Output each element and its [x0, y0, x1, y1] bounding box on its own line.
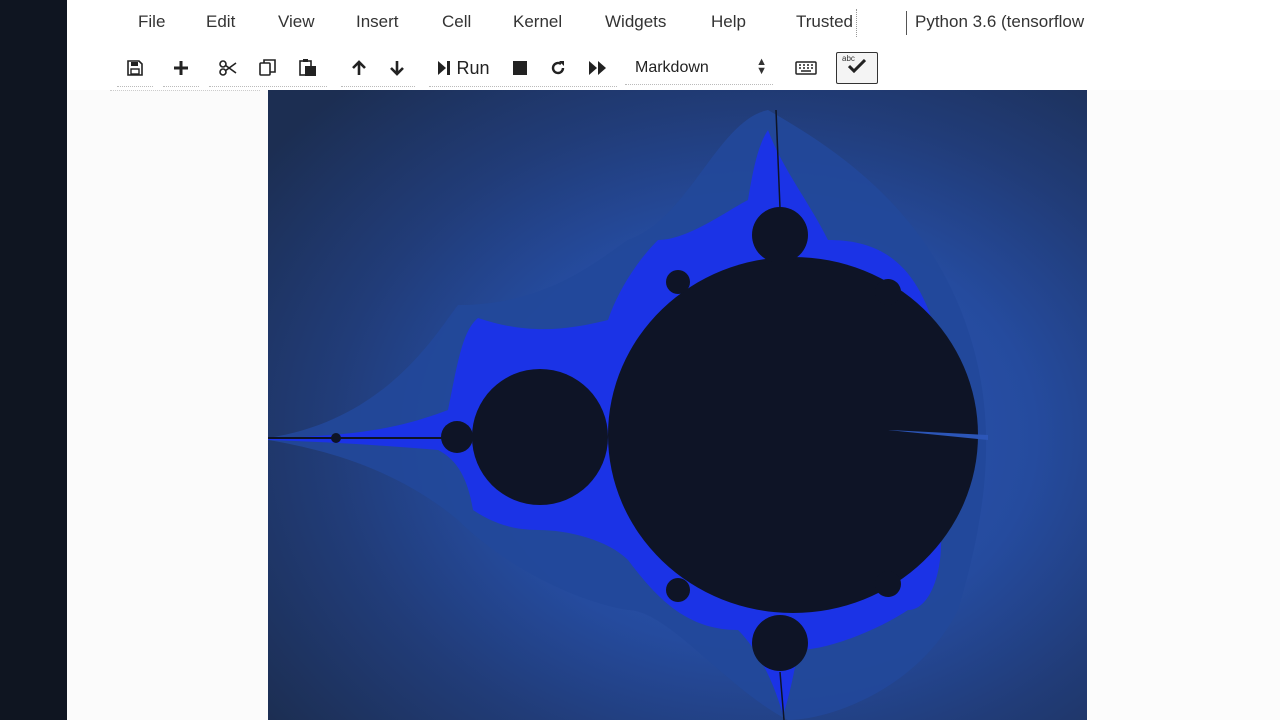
cut-icon — [219, 60, 237, 76]
copy-icon — [259, 59, 277, 77]
run-button-label: Run — [456, 57, 490, 78]
menu-cell[interactable]: Cell — [442, 12, 471, 32]
run-icon — [438, 61, 451, 75]
toolbar-group-clipboard — [209, 52, 327, 87]
menu-insert[interactable]: Insert — [356, 12, 399, 32]
cell-type-value: Markdown — [635, 59, 709, 76]
menu-kernel[interactable]: Kernel — [513, 12, 562, 32]
arrow-up-icon — [351, 60, 367, 76]
spellcheck-toggle-button[interactable]: abc — [836, 52, 878, 84]
fast-forward-icon — [589, 61, 607, 75]
keyboard-icon — [795, 61, 817, 75]
plus-icon — [173, 60, 189, 76]
menubar-divider — [856, 9, 857, 37]
menu-help[interactable]: Help — [711, 12, 746, 32]
move-up-button[interactable] — [341, 52, 377, 84]
notebook-margin — [67, 90, 268, 720]
desktop-left-edge — [0, 0, 67, 720]
abc-label: abc — [842, 54, 855, 63]
toolbar-group-move — [341, 52, 415, 87]
menu-file[interactable]: File — [138, 12, 165, 32]
restart-icon — [550, 60, 566, 76]
toolbar-group-insert — [163, 52, 199, 87]
mandelbrot-output-image — [268, 90, 1087, 720]
save-button[interactable] — [117, 52, 153, 84]
restart-button[interactable] — [541, 52, 575, 84]
kernel-name[interactable]: Python 3.6 (tensorflow — [915, 12, 1084, 32]
cell-type-select[interactable]: Markdown ▲ ▼ — [625, 52, 773, 85]
menu-view[interactable]: View — [278, 12, 315, 32]
kernel-divider — [906, 11, 907, 35]
copy-button[interactable] — [249, 52, 287, 84]
toolbar-group-run: Run — [429, 52, 617, 87]
select-arrows-icon: ▲ ▼ — [756, 56, 767, 77]
command-palette-button[interactable] — [787, 52, 825, 84]
menu-edit[interactable]: Edit — [206, 12, 235, 32]
interrupt-button[interactable] — [503, 52, 537, 84]
arrow-down-icon — [389, 60, 405, 76]
run-button[interactable]: Run — [429, 52, 499, 84]
cut-button[interactable] — [209, 52, 247, 84]
notebook-right-gutter — [1087, 90, 1280, 720]
menu-widgets[interactable]: Widgets — [605, 12, 666, 32]
insert-cell-button[interactable] — [163, 52, 199, 84]
menubar: File Edit View Insert Cell Kernel Widget… — [67, 0, 1280, 44]
stop-icon — [513, 61, 527, 75]
save-icon — [127, 60, 143, 76]
trusted-indicator[interactable]: Trusted — [796, 12, 853, 32]
paste-icon — [299, 59, 317, 77]
toolbar-group-save — [117, 52, 153, 87]
restart-run-all-button[interactable] — [579, 52, 617, 84]
paste-button[interactable] — [289, 52, 327, 84]
move-down-button[interactable] — [379, 52, 415, 84]
toolbar: Run Markdown ▲ ▼ abc — [67, 44, 1280, 90]
cell-top-border — [110, 90, 260, 92]
